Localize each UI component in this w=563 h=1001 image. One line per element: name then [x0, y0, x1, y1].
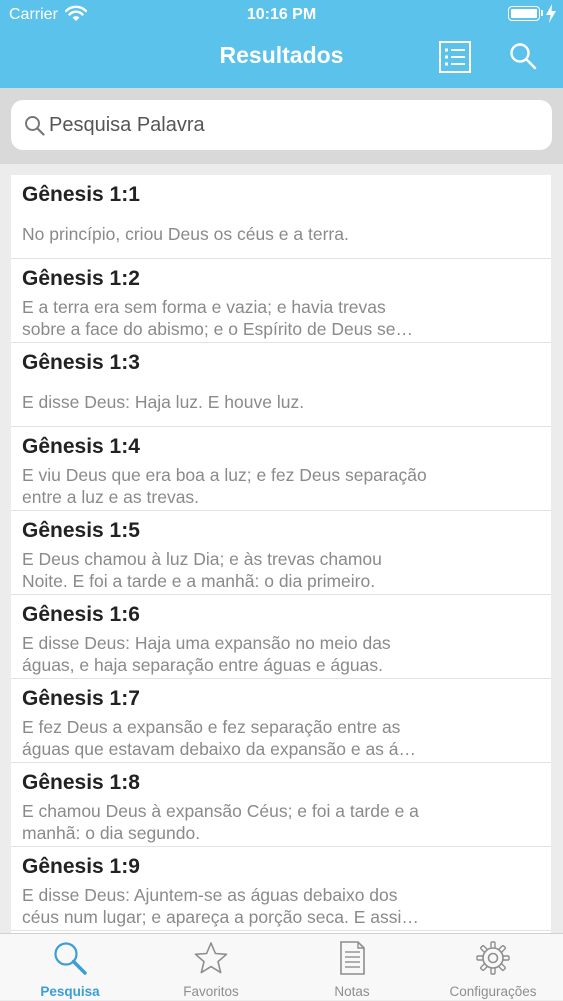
search-box[interactable] [11, 100, 552, 150]
result-row[interactable]: Gênesis 1:3 E disse Deus: Haja luz. E hou… [11, 343, 551, 427]
verse-reference: Gênesis 1:1 [22, 183, 140, 206]
verse-text: E disse Deus: Haja luz. E houve luz. [22, 391, 537, 413]
tab-label: Pesquisa [40, 984, 100, 999]
list-icon[interactable] [439, 41, 471, 73]
verse-reference: Gênesis 1:4 [22, 435, 140, 458]
result-row[interactable]: Gênesis 1:6 E disse Deus: Haja uma expans… [11, 595, 551, 679]
search-area [0, 88, 563, 164]
verse-line: E fez Deus a expansão e fez separação en… [22, 717, 401, 737]
tab-bar: Pesquisa Favoritos Notas Configurações [0, 933, 563, 1000]
page-title: Resultados [219, 42, 344, 68]
verse-line: entre a luz e as trevas. [22, 487, 200, 507]
result-row[interactable]: Gênesis 1:4 E viu Deus que era boa a luz;… [11, 427, 551, 511]
verse-text: E fez Deus a expansão e fez separação en… [22, 716, 537, 760]
tab-label: Favoritos [183, 984, 239, 999]
tab-label: Configurações [449, 984, 537, 999]
verse-line: sobre a face do abismo; e o Espírito de … [22, 319, 414, 339]
verse-reference: Gênesis 1:3 [22, 351, 140, 374]
tab-label: Notas [334, 984, 370, 999]
results-list: Gênesis 1:1 No princípio, criou Deus os c… [11, 175, 551, 933]
verse-line: águas, e haja separação entre águas e ág… [22, 655, 383, 675]
verse-text: E chamou Deus à expansão Céus; e foi a t… [22, 800, 537, 844]
tab-pesquisa[interactable]: Pesquisa [0, 934, 140, 1001]
search-icon[interactable] [509, 42, 537, 70]
verse-text: E disse Deus: Ajuntem-se as águas debaix… [22, 884, 537, 928]
verse-line: céus num lugar; e apareça a porção seca.… [22, 907, 419, 927]
verse-line: manhã: o dia segundo. [22, 823, 201, 843]
verse-line: Noite. E foi a tarde e a manhã: o dia pr… [22, 571, 376, 591]
tab-configuraes[interactable]: Configurações [423, 934, 563, 1001]
verse-line: No princípio, criou Deus os céus e a ter… [22, 224, 349, 244]
battery-tip [541, 10, 543, 16]
navigation-header: Carrier 10:16 PM Resultados [0, 0, 563, 88]
result-row[interactable]: Gênesis 1:9 E disse Deus: Ajuntem-se as á… [11, 847, 551, 931]
verse-line: águas que estavam debaixo da expansão e … [22, 739, 417, 759]
verse-reference: Gênesis 1:6 [22, 603, 140, 626]
verse-text: E Deus chamou à luz Dia; e às trevas cha… [22, 548, 537, 592]
verse-text: No princípio, criou Deus os céus e a ter… [22, 223, 537, 245]
result-row[interactable]: Gênesis 1:8 E chamou Deus à expansão Céus… [11, 763, 551, 847]
result-row[interactable]: Gênesis 1:5 E Deus chamou à luz Dia; e às… [11, 511, 551, 595]
result-row[interactable]: Gênesis 1:1 No princípio, criou Deus os c… [11, 175, 551, 259]
verse-text: E viu Deus que era boa a luz; e fez Deus… [22, 464, 537, 508]
result-row[interactable]: Gênesis 1:7 E fez Deus a expansão e fez s… [11, 679, 551, 763]
tab-notas[interactable]: Notas [282, 934, 422, 1001]
battery-icon [508, 6, 540, 21]
result-row[interactable]: Gênesis 1:2 E a terra era sem forma e vaz… [11, 259, 551, 343]
charging-bolt-icon [546, 4, 556, 23]
search-input[interactable] [49, 100, 539, 150]
verse-line: E disse Deus: Ajuntem-se as águas debaix… [22, 885, 398, 905]
verse-line: E a terra era sem forma e vazia; e havia… [22, 297, 386, 317]
verse-line: E disse Deus: Haja uma expansão no meio … [22, 633, 391, 653]
verse-line: E disse Deus: Haja luz. E houve luz. [22, 392, 305, 412]
verse-reference: Gênesis 1:5 [22, 519, 140, 542]
search-field-icon [25, 116, 45, 136]
verse-line: E viu Deus que era boa a luz; e fez Deus… [22, 465, 427, 485]
verse-line: E Deus chamou à luz Dia; e às trevas cha… [22, 549, 382, 569]
status-bar: Carrier 10:16 PM [0, 0, 563, 30]
verse-text: E a terra era sem forma e vazia; e havia… [22, 296, 537, 340]
verse-text: E disse Deus: Haja uma expansão no meio … [22, 632, 537, 676]
verse-line: E chamou Deus à expansão Céus; e foi a t… [22, 801, 419, 821]
clock: 10:16 PM [246, 6, 317, 23]
verse-reference: Gênesis 1:9 [22, 855, 140, 878]
verse-reference: Gênesis 1:8 [22, 771, 140, 794]
tab-favoritos[interactable]: Favoritos [141, 934, 281, 1001]
verse-reference: Gênesis 1:7 [22, 687, 140, 710]
verse-reference: Gênesis 1:2 [22, 267, 140, 290]
